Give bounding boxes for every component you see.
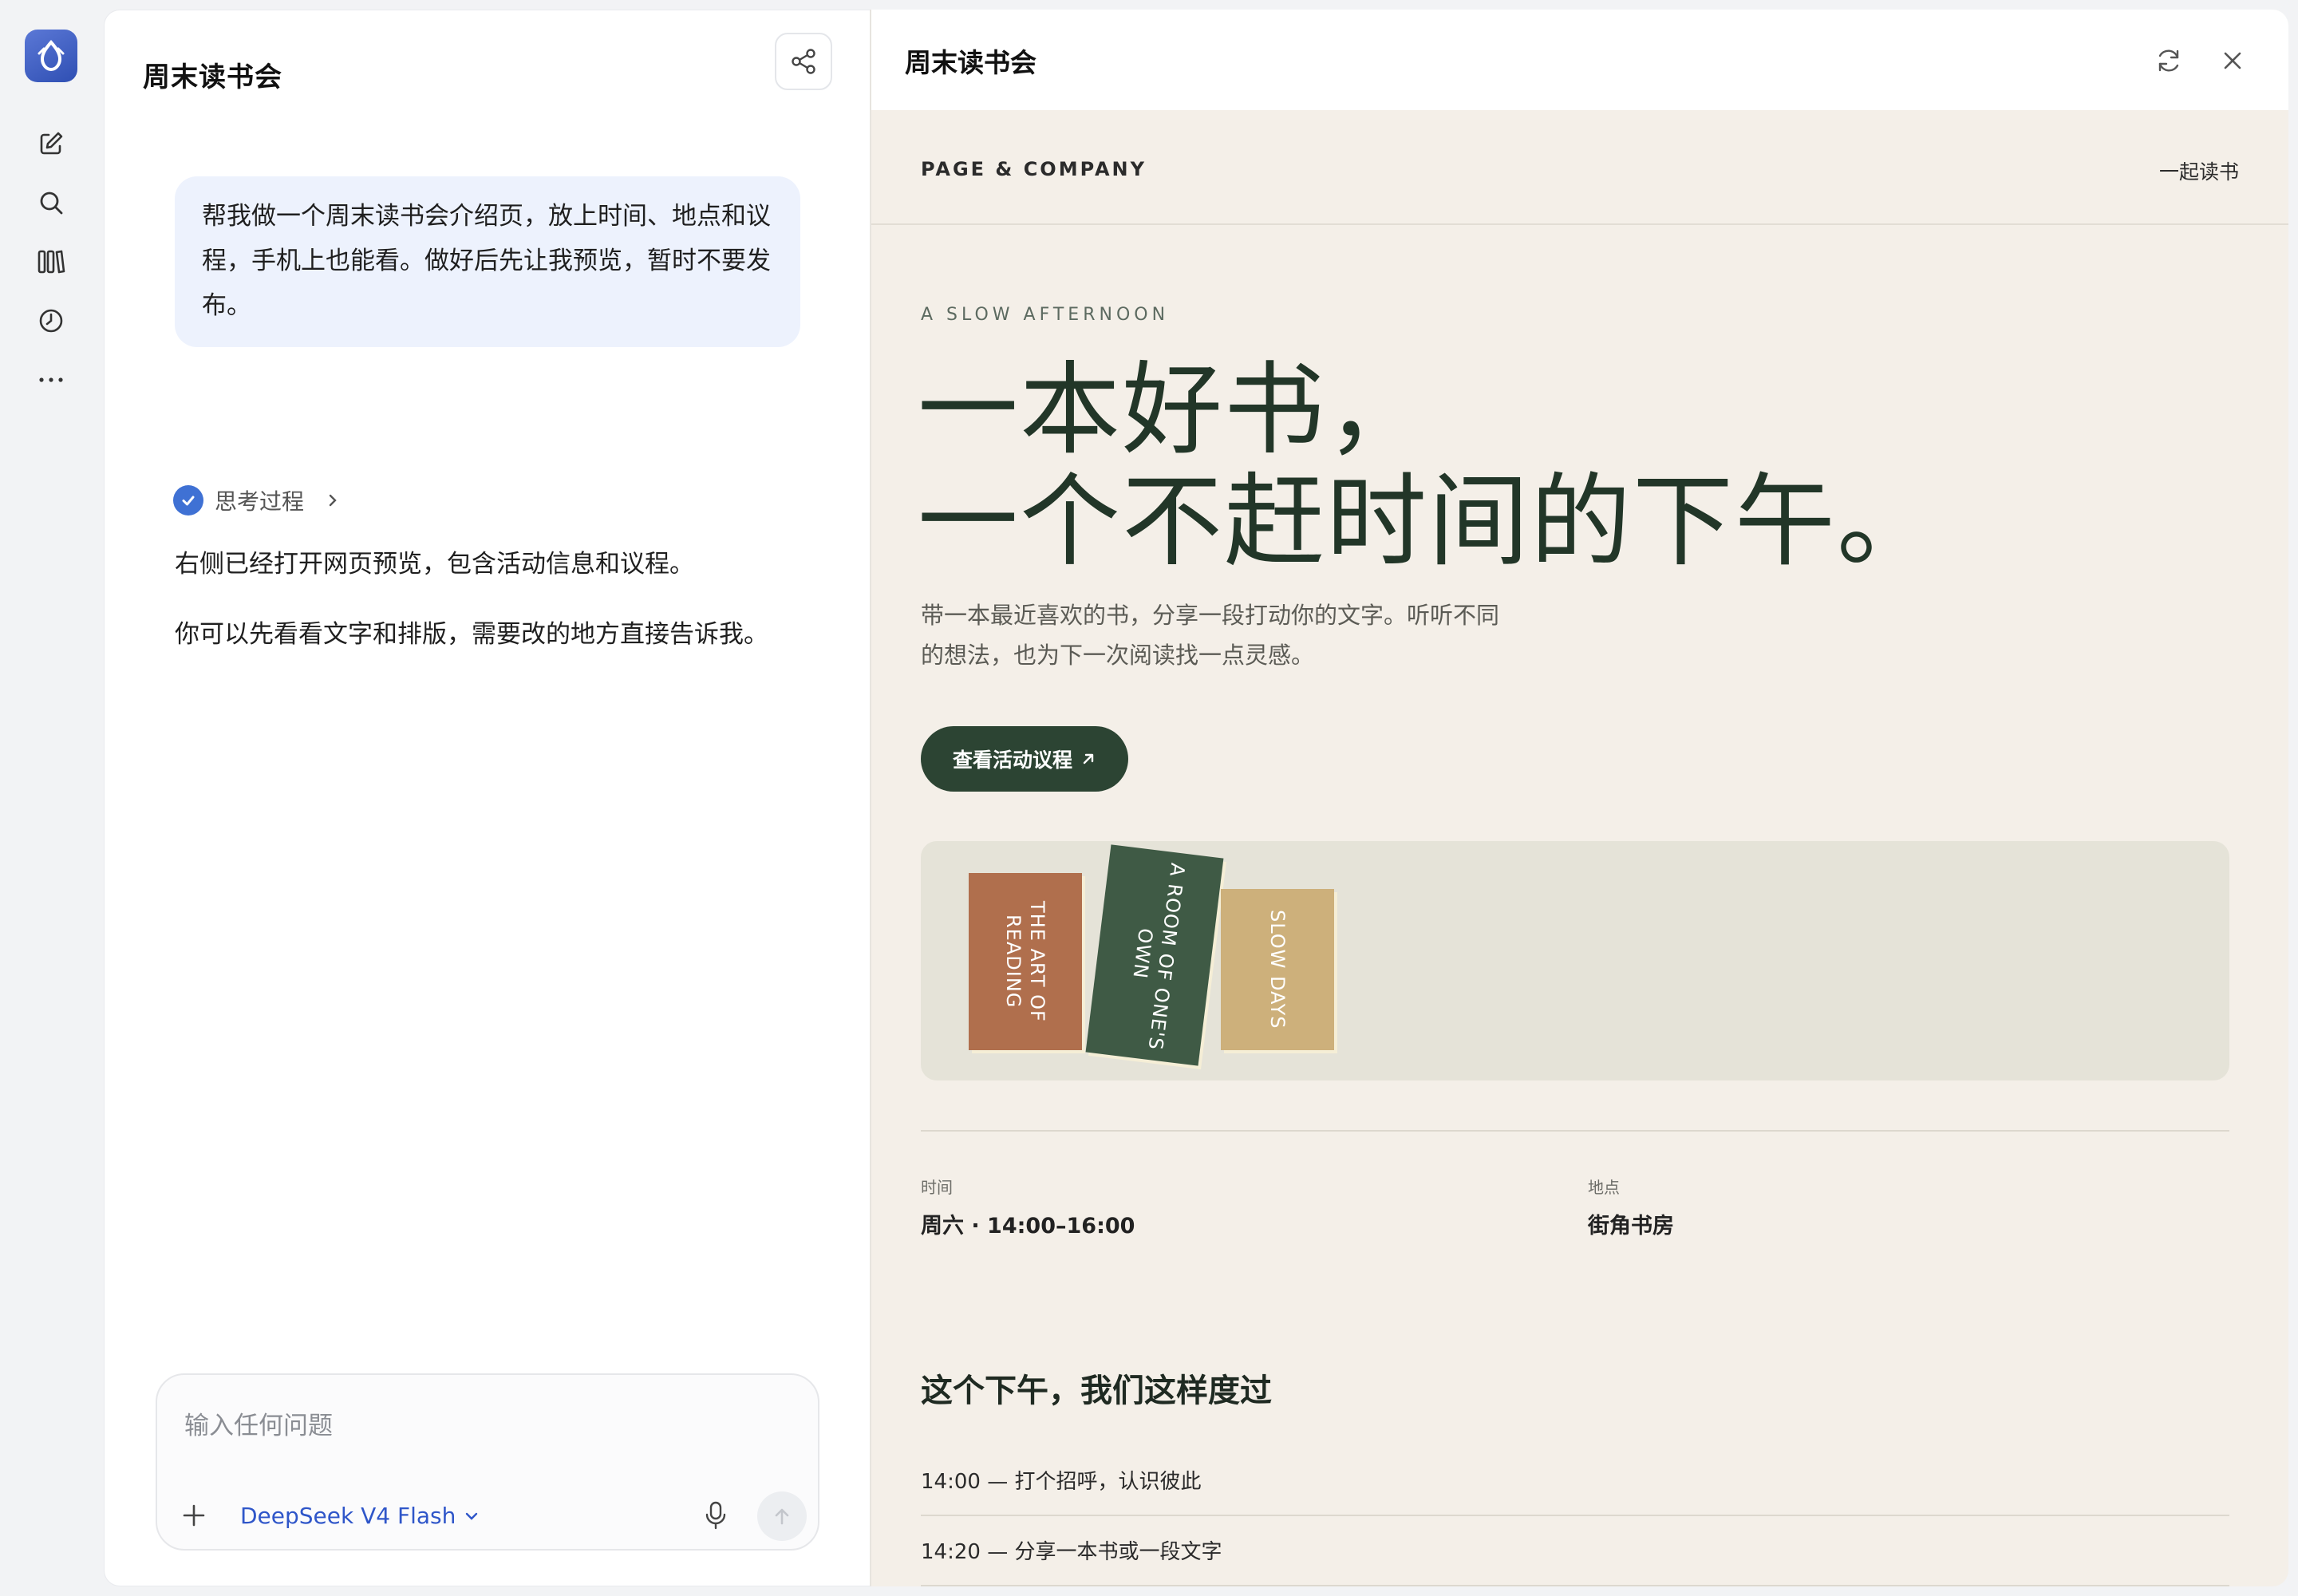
close-icon xyxy=(2224,52,2241,69)
agenda-cta-button[interactable]: 查看活动议程 xyxy=(921,726,1129,792)
chat-title: 周末读书会 xyxy=(143,61,282,93)
site-nav: PAGE & COMPANY 一起读书 xyxy=(871,110,2288,225)
new-chat-button[interactable] xyxy=(32,124,70,163)
user-message: 帮我做一个周末读书会介绍页，放上时间、地点和议程，手机上也能看。做好后先让我预览… xyxy=(175,176,800,347)
more-icon xyxy=(39,377,63,382)
check-icon xyxy=(173,485,203,516)
model-name: DeepSeek V4 Flash xyxy=(240,1503,456,1529)
plus-icon xyxy=(183,1504,205,1527)
library-icon xyxy=(38,250,65,274)
preview-title: 周末读书会 xyxy=(905,47,1036,78)
assistant-paragraph: 右侧已经打开网页预览，包含活动信息和议程。 xyxy=(175,550,694,579)
model-selector[interactable]: DeepSeek V4 Flash xyxy=(240,1503,480,1529)
time-label: 时间 xyxy=(921,1178,953,1197)
logo-mark-icon xyxy=(38,39,65,72)
library-button[interactable] xyxy=(32,243,70,281)
place-label: 地点 xyxy=(1588,1178,1620,1197)
book-spine: SLOW DAYS xyxy=(1221,889,1334,1050)
composer: 输入任何问题 DeepSeek V4 Flash xyxy=(156,1373,819,1551)
nav-link[interactable]: 一起读书 xyxy=(2159,156,2239,185)
app-logo[interactable] xyxy=(25,30,77,82)
hero-line: 一个不赶时间的下午。 xyxy=(918,463,1939,580)
voice-input-button[interactable] xyxy=(695,1495,736,1536)
preview-header: 周末读书会 xyxy=(871,10,2288,110)
microphone-icon xyxy=(705,1501,726,1530)
history-icon xyxy=(39,309,63,333)
history-button[interactable] xyxy=(32,302,70,340)
refresh-button[interactable] xyxy=(2148,40,2189,81)
search-icon xyxy=(40,192,63,215)
search-button[interactable] xyxy=(32,184,70,222)
cta-label: 查看活动议程 xyxy=(953,749,1073,772)
preview-panel: 周末读书会 PAGE & COMPANY 一起读书 A SLOW AFTERNO… xyxy=(870,10,2288,1586)
book-spine: THE ART OF READING xyxy=(969,873,1082,1050)
share-icon xyxy=(792,49,815,74)
hero-lead: 带一本最近喜欢的书，分享一段打动你的文字。听听不同的想法，也为下一次阅读找一点灵… xyxy=(921,602,1500,669)
chevron-right-icon xyxy=(329,494,337,507)
share-button[interactable] xyxy=(775,33,832,90)
agenda-item: 14:00 — 打个招呼，认识彼此 xyxy=(921,1446,2229,1516)
send-button[interactable] xyxy=(757,1491,807,1541)
book-illustration: THE ART OF READING A ROOM OF ONE'S OWN S… xyxy=(921,841,2229,1080)
thinking-toggle[interactable]: 思考过程 xyxy=(173,484,341,516)
chevron-down-icon xyxy=(466,1512,478,1520)
assistant-paragraph: 你可以先看看文字和排版，需要改的地方直接告诉我。 xyxy=(175,620,768,649)
arrow-up-icon xyxy=(775,1508,789,1525)
chat-panel: 周末读书会 帮我做一个周末读书会介绍页，放上时间、地点和议程，手机上也能看。做好… xyxy=(104,10,870,1586)
hero-eyebrow: A SLOW AFTERNOON xyxy=(921,305,1170,325)
place-value: 街角书房 xyxy=(1588,1214,1674,1238)
time-value: 周六 · 14:00–16:00 xyxy=(921,1214,1135,1238)
message-input[interactable]: 输入任何问题 xyxy=(184,1405,333,1441)
agenda-item: 14:20 — 分享一本书或一段文字 xyxy=(921,1516,2229,1586)
hero-line: 一本好书， xyxy=(918,351,1428,468)
attach-button[interactable] xyxy=(175,1496,213,1535)
refresh-icon xyxy=(2158,49,2179,72)
left-rail xyxy=(0,0,102,1596)
agenda-title: 这个下午，我们这样度过 xyxy=(921,1373,1272,1409)
site-brand[interactable]: PAGE & COMPANY xyxy=(921,158,1147,180)
close-button[interactable] xyxy=(2212,40,2253,81)
new-chat-icon xyxy=(40,132,63,155)
book-spine: A ROOM OF ONE'S OWN xyxy=(1085,844,1224,1066)
thinking-label: 思考过程 xyxy=(215,488,305,515)
arrow-up-right-icon xyxy=(1083,753,1094,764)
hero-heading: 一本好书， 一个不赶时间的下午。 xyxy=(918,354,1939,578)
more-button[interactable] xyxy=(32,361,70,399)
divider xyxy=(921,1130,2229,1132)
